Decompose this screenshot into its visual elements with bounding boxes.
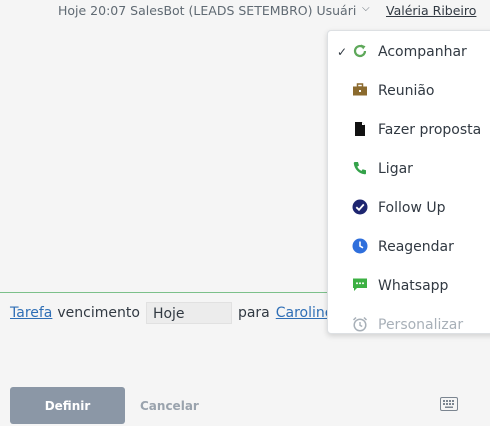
menu-item-label: Whatsapp (378, 277, 449, 294)
document-icon (355, 122, 365, 136)
check-circle-icon (352, 199, 368, 215)
refresh-icon (353, 44, 367, 58)
menu-item-fazer-proposta[interactable]: Fazer proposta (328, 110, 490, 149)
menu-item-personalizar[interactable]: Personalizar (328, 305, 490, 333)
menu-item-label: Reagendar (378, 238, 454, 255)
menu-item-label: Follow Up (378, 199, 446, 216)
define-button[interactable]: Definir (10, 387, 125, 424)
menu-item-label: Ligar (378, 160, 413, 177)
check-icon: ✓ (337, 44, 348, 59)
task-row: Tarefa vencimento Hoje para Caroline El (10, 301, 351, 325)
alarm-icon (352, 316, 368, 332)
cancel-button[interactable]: Cancelar (140, 387, 199, 424)
due-date-field[interactable]: Hoje (145, 302, 232, 324)
keyboard-icon[interactable] (440, 397, 458, 411)
due-label: vencimento (57, 305, 140, 321)
note-header: Hoje 20:07 SalesBot (LEADS SETEMBRO) Usu… (0, 0, 490, 22)
task-type-dropdown: ✓ Acompanhar Reunião Fazer proposta Liga… (327, 30, 490, 334)
responsible-user-link[interactable]: Valéria Ribeiro (386, 3, 476, 18)
briefcase-icon (353, 83, 367, 96)
clock-icon (352, 238, 368, 254)
note-meta: Hoje 20:07 SalesBot (LEADS SETEMBRO) Usu… (58, 3, 356, 18)
menu-item-label: Reunião (378, 82, 435, 99)
menu-item-whatsapp[interactable]: Whatsapp (328, 266, 490, 305)
menu-item-reuniao[interactable]: Reunião (328, 71, 490, 110)
menu-item-follow-up[interactable]: Follow Up (328, 188, 490, 227)
menu-item-label: Acompanhar (378, 43, 467, 60)
for-label: para (237, 305, 270, 321)
phone-icon (353, 162, 366, 175)
menu-item-acompanhar[interactable]: ✓ Acompanhar (328, 32, 490, 71)
menu-item-reagendar[interactable]: Reagendar (328, 227, 490, 266)
chevron-down-icon[interactable]: ⌵ (362, 3, 370, 14)
menu-item-label: Personalizar (378, 316, 464, 333)
chat-icon (353, 278, 367, 291)
task-type-link[interactable]: Tarefa (10, 305, 52, 321)
menu-item-label: Fazer proposta (378, 121, 482, 138)
menu-item-ligar[interactable]: Ligar (328, 149, 490, 188)
